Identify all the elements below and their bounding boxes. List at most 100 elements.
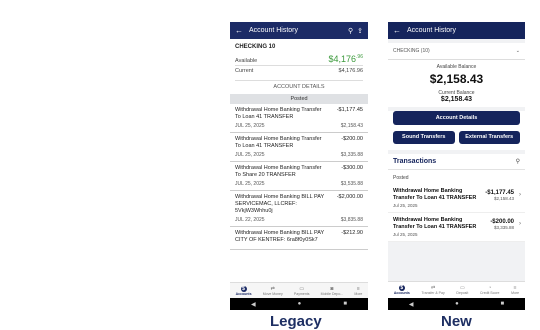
- transaction-amount: -$200.00: [341, 136, 363, 142]
- transaction-description: Withdrawal Home Banking Transfer To Loan…: [235, 136, 322, 149]
- transaction-date: Jul 25, 2025: [393, 203, 418, 208]
- sound-transfers-button[interactable]: Sound Transfers: [393, 131, 455, 144]
- tab-credit-score[interactable]: ◔ Credit Score: [480, 285, 499, 295]
- transaction-date: JUL 25, 2025: [235, 123, 265, 129]
- system-home-icon[interactable]: ●: [298, 301, 302, 307]
- page-title: Account History: [407, 27, 457, 34]
- new-caption: New: [441, 313, 472, 330]
- chevron-right-icon: ›: [519, 221, 521, 227]
- transaction-amount: -$2,000.00: [336, 194, 363, 200]
- account-summary: CHECKING 10 Available $4,176.96 Current …: [230, 39, 368, 90]
- system-nav-bar: ◀ ● ■: [230, 298, 368, 310]
- tab-label: More: [354, 291, 363, 296]
- transaction-description: Withdrawal Home Banking BILL PAY CITY OF…: [235, 230, 325, 243]
- transaction-meta: JUL 22, 2025 $3,835.88: [235, 217, 363, 223]
- tab-transfer-pay[interactable]: ⇄ Transfer & Pay: [422, 285, 445, 295]
- tab-label: Move Money: [262, 291, 283, 296]
- tab-more[interactable]: ≡ More: [511, 285, 519, 295]
- legacy-phone: ← Account History ⚲ ⇪ CHECKING 10 Availa…: [230, 22, 368, 310]
- search-icon[interactable]: ⚲: [348, 27, 353, 35]
- transaction-date: JUL 22, 2025: [235, 217, 265, 223]
- search-icon[interactable]: ⚲: [516, 158, 520, 165]
- bottom-tab-bar: $ Accounts ⇄ Transfer & Pay ▭ Deposit ◔ Credit …: [388, 281, 525, 298]
- balance-panel: Available Balance $2,158.43 Current Bala…: [388, 60, 525, 107]
- tab-move-money[interactable]: ⇄ Move Money: [263, 286, 283, 296]
- running-balance: $3,335.88: [340, 152, 363, 158]
- available-label: Available: [235, 58, 258, 64]
- tab-label: Credit Score: [480, 291, 500, 295]
- account-selector-label: CHECKING (10): [393, 48, 430, 54]
- tab-payments[interactable]: ▭ Payments: [294, 286, 310, 296]
- transaction-meta: JUL 25, 2025 $3,335.88: [235, 152, 363, 158]
- transaction-date: JUL 25, 2025: [235, 181, 265, 187]
- transactions-title: Transactions: [393, 158, 437, 165]
- tab-more[interactable]: ≡ More: [354, 286, 362, 296]
- transaction-amount: -$300.00: [341, 165, 363, 171]
- chevron-down-icon: ⌄: [515, 48, 520, 54]
- account-name: CHECKING 10: [235, 44, 276, 50]
- table-row[interactable]: Withdrawal Home Banking Transfer To Loan…: [388, 213, 525, 242]
- table-row[interactable]: Withdrawal Home Banking Transfer To Shar…: [230, 162, 368, 191]
- account-details-link[interactable]: ACCOUNT DETAILS: [235, 80, 363, 90]
- system-recent-icon[interactable]: ■: [501, 301, 505, 307]
- tab-label: Accounts: [235, 291, 252, 296]
- transaction-amount: -$1,177.45: [336, 107, 363, 113]
- tab-label: Mobile Depo...: [320, 291, 344, 296]
- app-bar: ← Account History: [388, 22, 525, 39]
- app-bar: ← Account History ⚲ ⇪: [230, 22, 368, 39]
- table-row[interactable]: Withdrawal Home Banking Transfer To Loan…: [230, 104, 368, 133]
- transaction-amount-block: -$200.00 $3,335.88: [490, 219, 514, 230]
- tab-label: Payments: [293, 291, 310, 296]
- transaction-date: JUL 25, 2025: [235, 152, 265, 158]
- account-details-button[interactable]: Account Details: [393, 111, 520, 125]
- transaction-date: Jul 25, 2025: [393, 232, 418, 237]
- available-balance: $4,176.96: [328, 54, 363, 64]
- running-balance: $2,158.43: [493, 196, 514, 201]
- posted-header: Posted: [230, 94, 368, 104]
- table-row[interactable]: Withdrawal Home Banking BILL PAY CITY OF…: [230, 227, 368, 250]
- account-selector[interactable]: CHECKING (10) ⌄: [388, 43, 525, 60]
- system-back-icon[interactable]: ◀: [409, 301, 414, 308]
- system-nav-bar: ◀ ● ■: [388, 298, 525, 310]
- back-arrow-icon[interactable]: ←: [393, 26, 407, 35]
- export-icon[interactable]: ⇪: [357, 27, 363, 35]
- tab-label: More: [511, 291, 520, 295]
- table-row[interactable]: Withdrawal Home Banking Transfer To Loan…: [230, 133, 368, 162]
- tab-deposit[interactable]: ▭ Deposit: [456, 285, 468, 295]
- bottom-tab-bar: $ Accounts ⇄ Move Money ▭ Payments ◙ Mobile Dep…: [230, 282, 368, 298]
- table-row[interactable]: Withdrawal Home Banking Transfer To Loan…: [388, 184, 525, 213]
- legacy-caption: Legacy: [270, 313, 322, 330]
- current-balance: $4,176.96: [338, 68, 363, 74]
- running-balance: $3,835.88: [340, 217, 363, 223]
- posted-header: Posted: [388, 170, 525, 184]
- tab-label: Deposit: [456, 291, 469, 295]
- chevron-right-icon: ›: [519, 192, 521, 198]
- transaction-amount-block: -$1,177.45 $2,158.43: [485, 190, 514, 201]
- system-home-icon[interactable]: ●: [455, 301, 459, 307]
- transaction-list: Withdrawal Home Banking Transfer To Loan…: [230, 104, 368, 250]
- current-label: Current: [235, 68, 254, 74]
- tab-accounts[interactable]: $ Accounts: [235, 285, 252, 296]
- transaction-amount: -$212.90: [341, 230, 363, 236]
- transaction-list: Withdrawal Home Banking Transfer To Loan…: [388, 184, 525, 242]
- transaction-meta: JUL 25, 2025 $3,535.88: [235, 181, 363, 187]
- transaction-description: Withdrawal Home Banking Transfer To Shar…: [235, 165, 322, 178]
- table-row[interactable]: Withdrawal Home Banking BILL PAY SERVICE…: [230, 191, 368, 227]
- running-balance: $3,535.88: [340, 181, 363, 187]
- tab-label: Transfer & Pay: [421, 291, 445, 295]
- transaction-description: Withdrawal Home Banking Transfer To Loan…: [393, 188, 477, 201]
- tab-label: Accounts: [393, 291, 410, 295]
- action-buttons: Account Details Sound Transfers External…: [388, 111, 525, 150]
- external-transfers-button[interactable]: External Transfers: [458, 131, 520, 144]
- transaction-description: Withdrawal Home Banking BILL PAY SERVICE…: [235, 194, 325, 214]
- transaction-meta: JUL 25, 2025 $2,158.43: [235, 123, 363, 129]
- transactions-header: Transactions ⚲: [388, 154, 525, 170]
- transaction-description: Withdrawal Home Banking Transfer To Loan…: [393, 217, 477, 230]
- back-arrow-icon[interactable]: ←: [235, 26, 249, 35]
- tab-mobile-depo[interactable]: ◙ Mobile Depo...: [321, 286, 344, 296]
- tab-accounts[interactable]: $ Accounts: [394, 285, 410, 295]
- system-recent-icon[interactable]: ■: [343, 301, 347, 307]
- new-phone: ← Account History CHECKING (10) ⌄ Availa…: [388, 22, 525, 310]
- page-title: Account History: [249, 27, 299, 34]
- system-back-icon[interactable]: ◀: [251, 301, 256, 308]
